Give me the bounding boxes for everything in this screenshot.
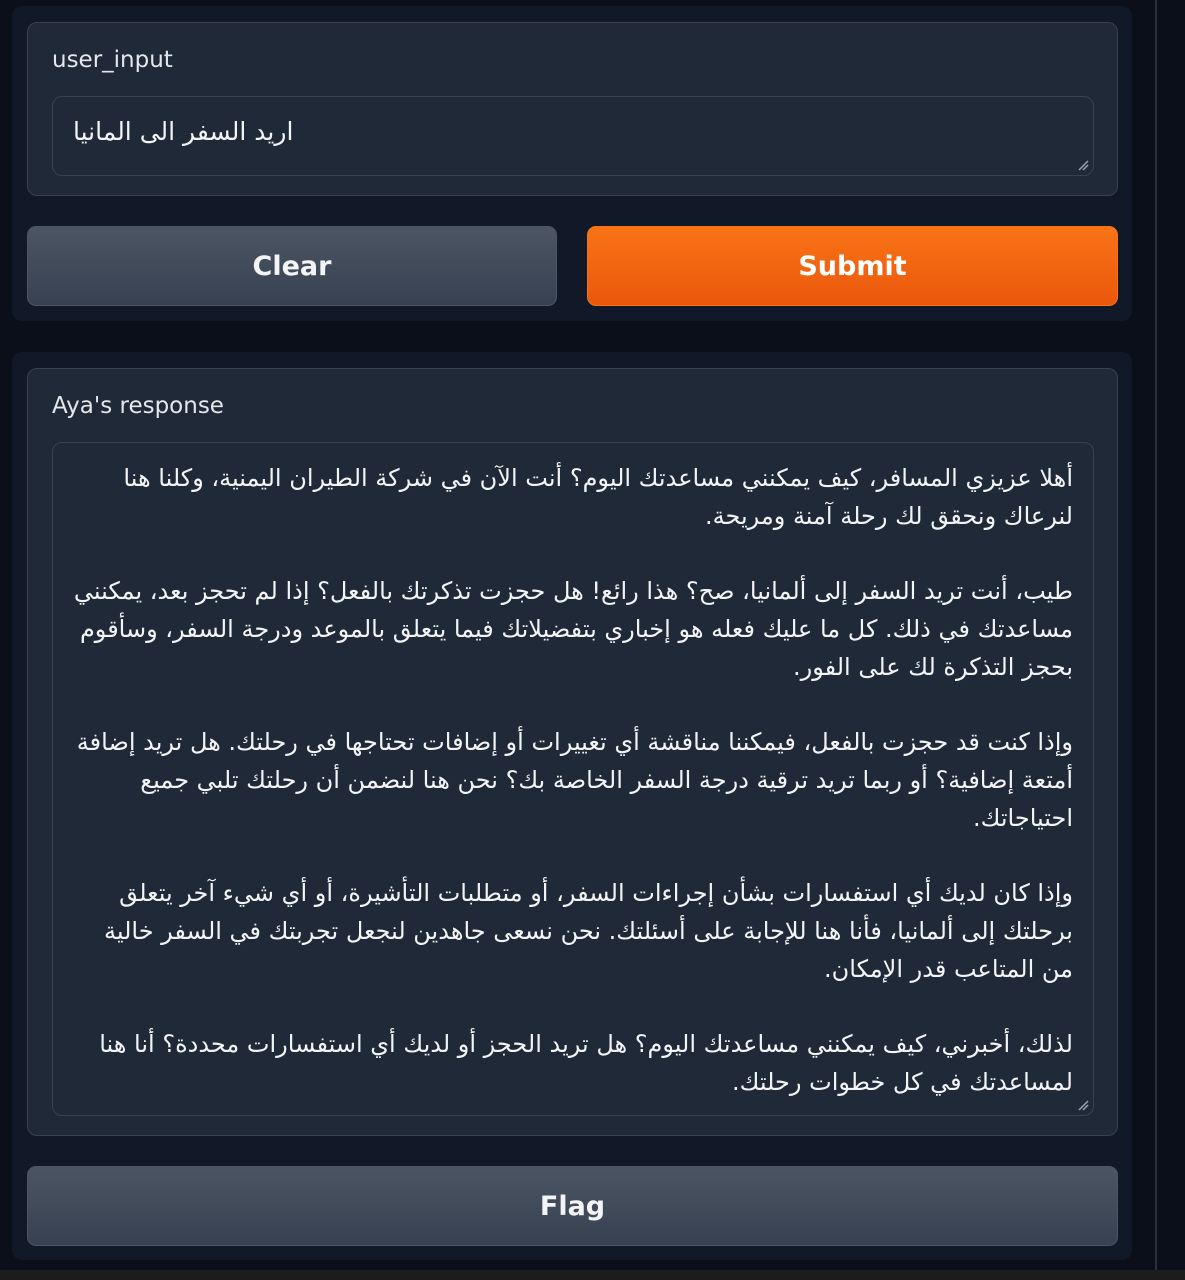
user-input-label: user_input	[52, 47, 173, 73]
resize-handle-icon[interactable]	[1077, 159, 1089, 171]
resize-handle-icon[interactable]	[1077, 1099, 1089, 1111]
response-block: Aya's response أهلا عزيزي المسافر، كيف ي…	[27, 368, 1118, 1136]
user-input-block: user_input اريد السفر الى المانيا	[27, 22, 1118, 196]
user-input-textarea[interactable]: اريد السفر الى المانيا	[52, 96, 1094, 176]
response-paragraph: أهلا عزيزي المسافر، كيف يمكنني مساعدتك ا…	[123, 464, 1073, 530]
response-paragraph: لذلك، أخبرني، كيف يمكنني مساعدتك اليوم؟ …	[99, 1030, 1073, 1096]
response-paragraph: وإذا كان لديك أي استفسارات بشأن إجراءات …	[103, 879, 1073, 983]
response-paragraph: وإذا كنت قد حجزت بالفعل، فيمكننا مناقشة …	[76, 728, 1073, 832]
clear-button[interactable]: Clear	[27, 226, 557, 306]
bottom-strip	[0, 1270, 1185, 1280]
response-textarea[interactable]: أهلا عزيزي المسافر، كيف يمكنني مساعدتك ا…	[52, 442, 1094, 1116]
response-label: Aya's response	[52, 393, 224, 419]
page-divider	[1155, 0, 1157, 1280]
flag-button[interactable]: Flag	[27, 1166, 1118, 1246]
submit-button[interactable]: Submit	[587, 226, 1118, 306]
user-input-value: اريد السفر الى المانيا	[73, 117, 294, 146]
response-paragraph: طيب، أنت تريد السفر إلى ألمانيا، صح؟ هذا…	[73, 577, 1073, 681]
